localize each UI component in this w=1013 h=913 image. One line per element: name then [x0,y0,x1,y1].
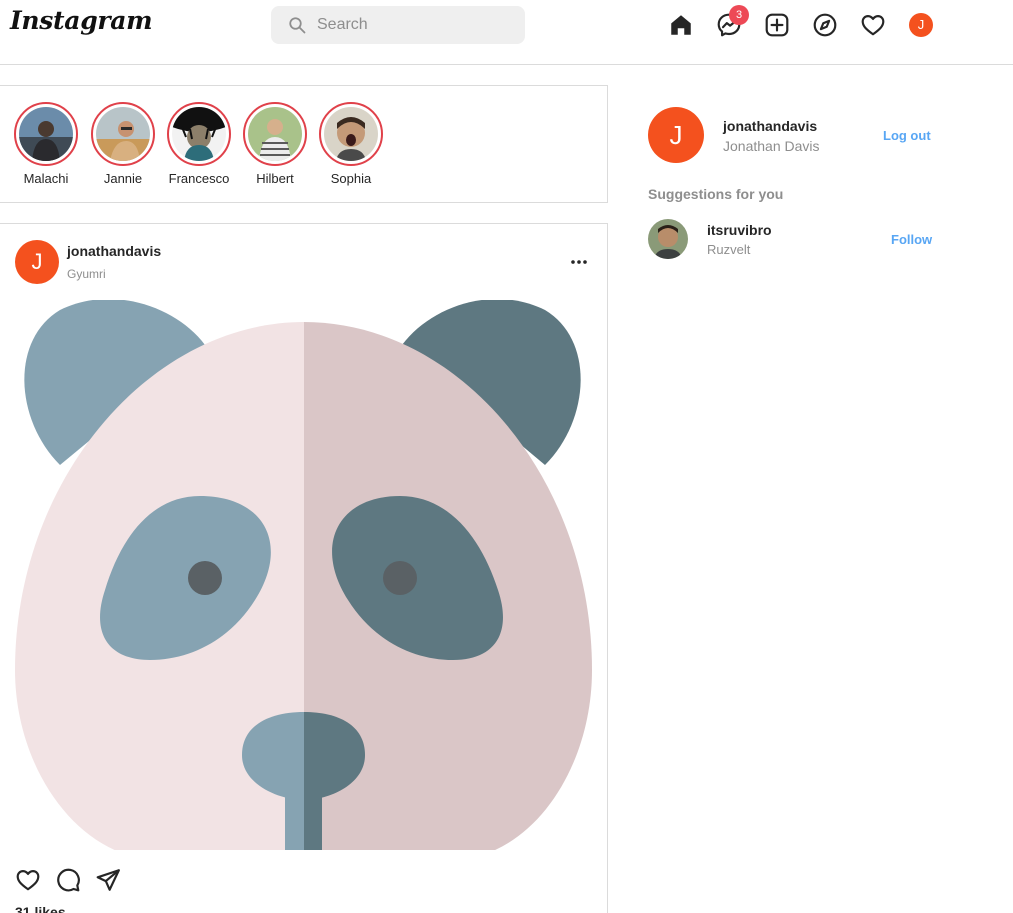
suggestions-heading: Suggestions for you [648,186,784,202]
like-heart-icon[interactable] [15,867,41,893]
search-box[interactable] [271,6,525,44]
current-user-username[interactable]: jonathandavis [723,118,817,134]
story-ring [167,102,231,166]
messages-count-badge: 3 [729,5,749,25]
explore-icon[interactable] [812,12,838,38]
search-icon [289,17,306,34]
story-item[interactable]: Francesco [161,102,237,186]
story-item[interactable]: Sophia [313,102,389,186]
top-navigation-bar: Instagram 3 J [0,0,1013,65]
suggested-user-username[interactable]: itsruvibro [707,222,772,238]
feed-post: J jonathandavis Gyumri 31 likes [0,223,608,913]
activity-heart-icon[interactable] [860,12,886,38]
story-ring [91,102,155,166]
logout-button[interactable]: Log out [883,128,931,143]
story-avatar [19,107,73,161]
stories-tray: Malachi Jannie Francesco Hilbert Sophia [0,85,608,203]
story-item[interactable]: Jannie [85,102,161,186]
new-post-icon[interactable] [764,12,790,38]
story-avatar [248,107,302,161]
likes-count[interactable]: 31 likes [15,904,66,913]
comment-icon[interactable] [55,867,81,893]
search-input[interactable] [317,14,513,36]
story-username: Hilbert [256,171,294,186]
post-image[interactable] [0,300,607,850]
current-user-full-name: Jonathan Davis [723,138,820,154]
story-avatar [96,107,150,161]
story-ring [14,102,78,166]
post-author-username[interactable]: jonathandavis [67,243,161,259]
suggested-user-avatar[interactable] [648,219,688,259]
suggested-user-name: Ruzvelt [707,242,751,257]
story-ring [319,102,383,166]
story-username: Francesco [168,171,230,186]
story-ring [243,102,307,166]
post-author-avatar[interactable]: J [15,240,59,284]
instagram-logo[interactable]: Instagram [10,6,153,35]
story-avatar [324,107,378,161]
story-item[interactable]: Malachi [8,102,84,186]
story-username: Sophia [330,171,372,186]
story-avatar [172,107,226,161]
story-username: Jannie [103,171,143,186]
panda-illustration [15,300,592,850]
profile-avatar[interactable]: J [909,13,933,37]
share-icon[interactable] [95,867,121,893]
follow-button[interactable]: Follow [891,232,932,247]
more-options-icon[interactable] [566,254,592,270]
story-username: Malachi [23,171,69,186]
post-location[interactable]: Gyumri [67,267,106,281]
current-user-avatar[interactable]: J [648,107,704,163]
story-item[interactable]: Hilbert [237,102,313,186]
home-icon[interactable] [668,12,694,38]
